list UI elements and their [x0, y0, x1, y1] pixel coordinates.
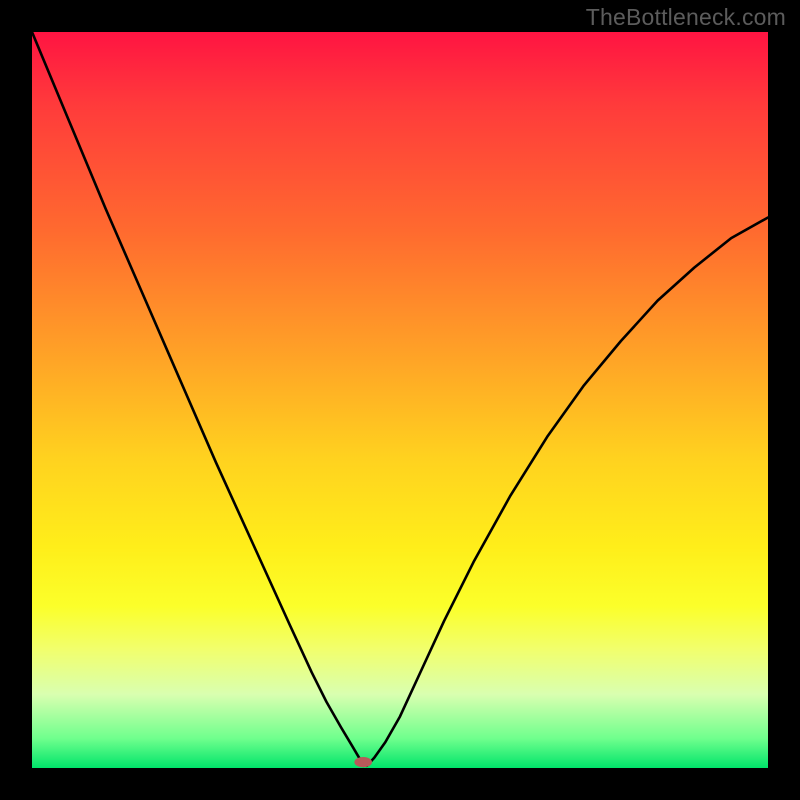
watermark-text: TheBottleneck.com: [586, 4, 786, 31]
plot-svg: [32, 32, 768, 768]
optimal-point-marker: [354, 757, 372, 767]
bottleneck-curve-right: [367, 217, 768, 765]
bottleneck-curve-left: [32, 32, 363, 766]
chart-frame: TheBottleneck.com: [0, 0, 800, 800]
plot-area: [32, 32, 768, 768]
